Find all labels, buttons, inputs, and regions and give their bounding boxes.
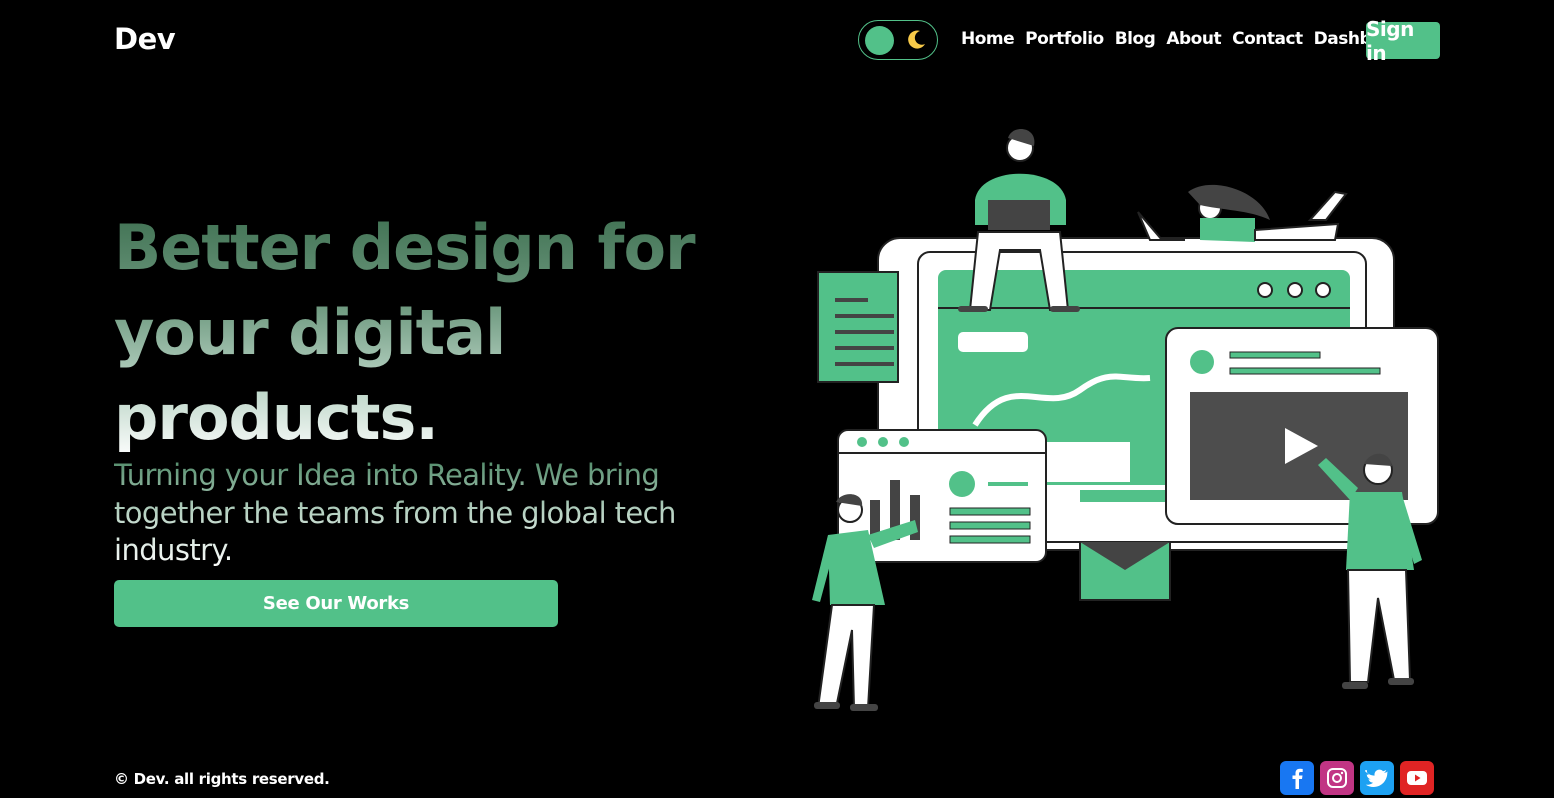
- nav-home[interactable]: Home: [961, 29, 1015, 49]
- hero-title: Better design for your digital products.: [114, 205, 734, 460]
- nav-blog[interactable]: Blog: [1115, 29, 1156, 49]
- twitter-icon[interactable]: [1360, 761, 1394, 795]
- logo[interactable]: Dev: [114, 22, 176, 56]
- signin-button[interactable]: Sign in: [1366, 17, 1440, 65]
- nav-about[interactable]: About: [1166, 29, 1221, 49]
- hero-illustration: [812, 128, 1439, 711]
- toggle-knob: [865, 26, 894, 55]
- theme-toggle[interactable]: [858, 20, 938, 60]
- facebook-icon[interactable]: [1280, 761, 1314, 795]
- moon-icon: [908, 30, 925, 49]
- nav-contact[interactable]: Contact: [1232, 29, 1303, 49]
- copyright: © Dev. all rights reserved.: [114, 770, 330, 788]
- main-nav: Home Portfolio Blog About Contact Dashbo…: [961, 29, 1413, 49]
- youtube-icon[interactable]: [1400, 761, 1434, 795]
- hero-subtitle: Turning your Idea into Reality. We bring…: [114, 457, 714, 570]
- instagram-icon[interactable]: [1320, 761, 1354, 795]
- see-our-works-button[interactable]: See Our Works: [114, 580, 558, 627]
- social-links: [1280, 761, 1434, 795]
- nav-portfolio[interactable]: Portfolio: [1025, 29, 1104, 49]
